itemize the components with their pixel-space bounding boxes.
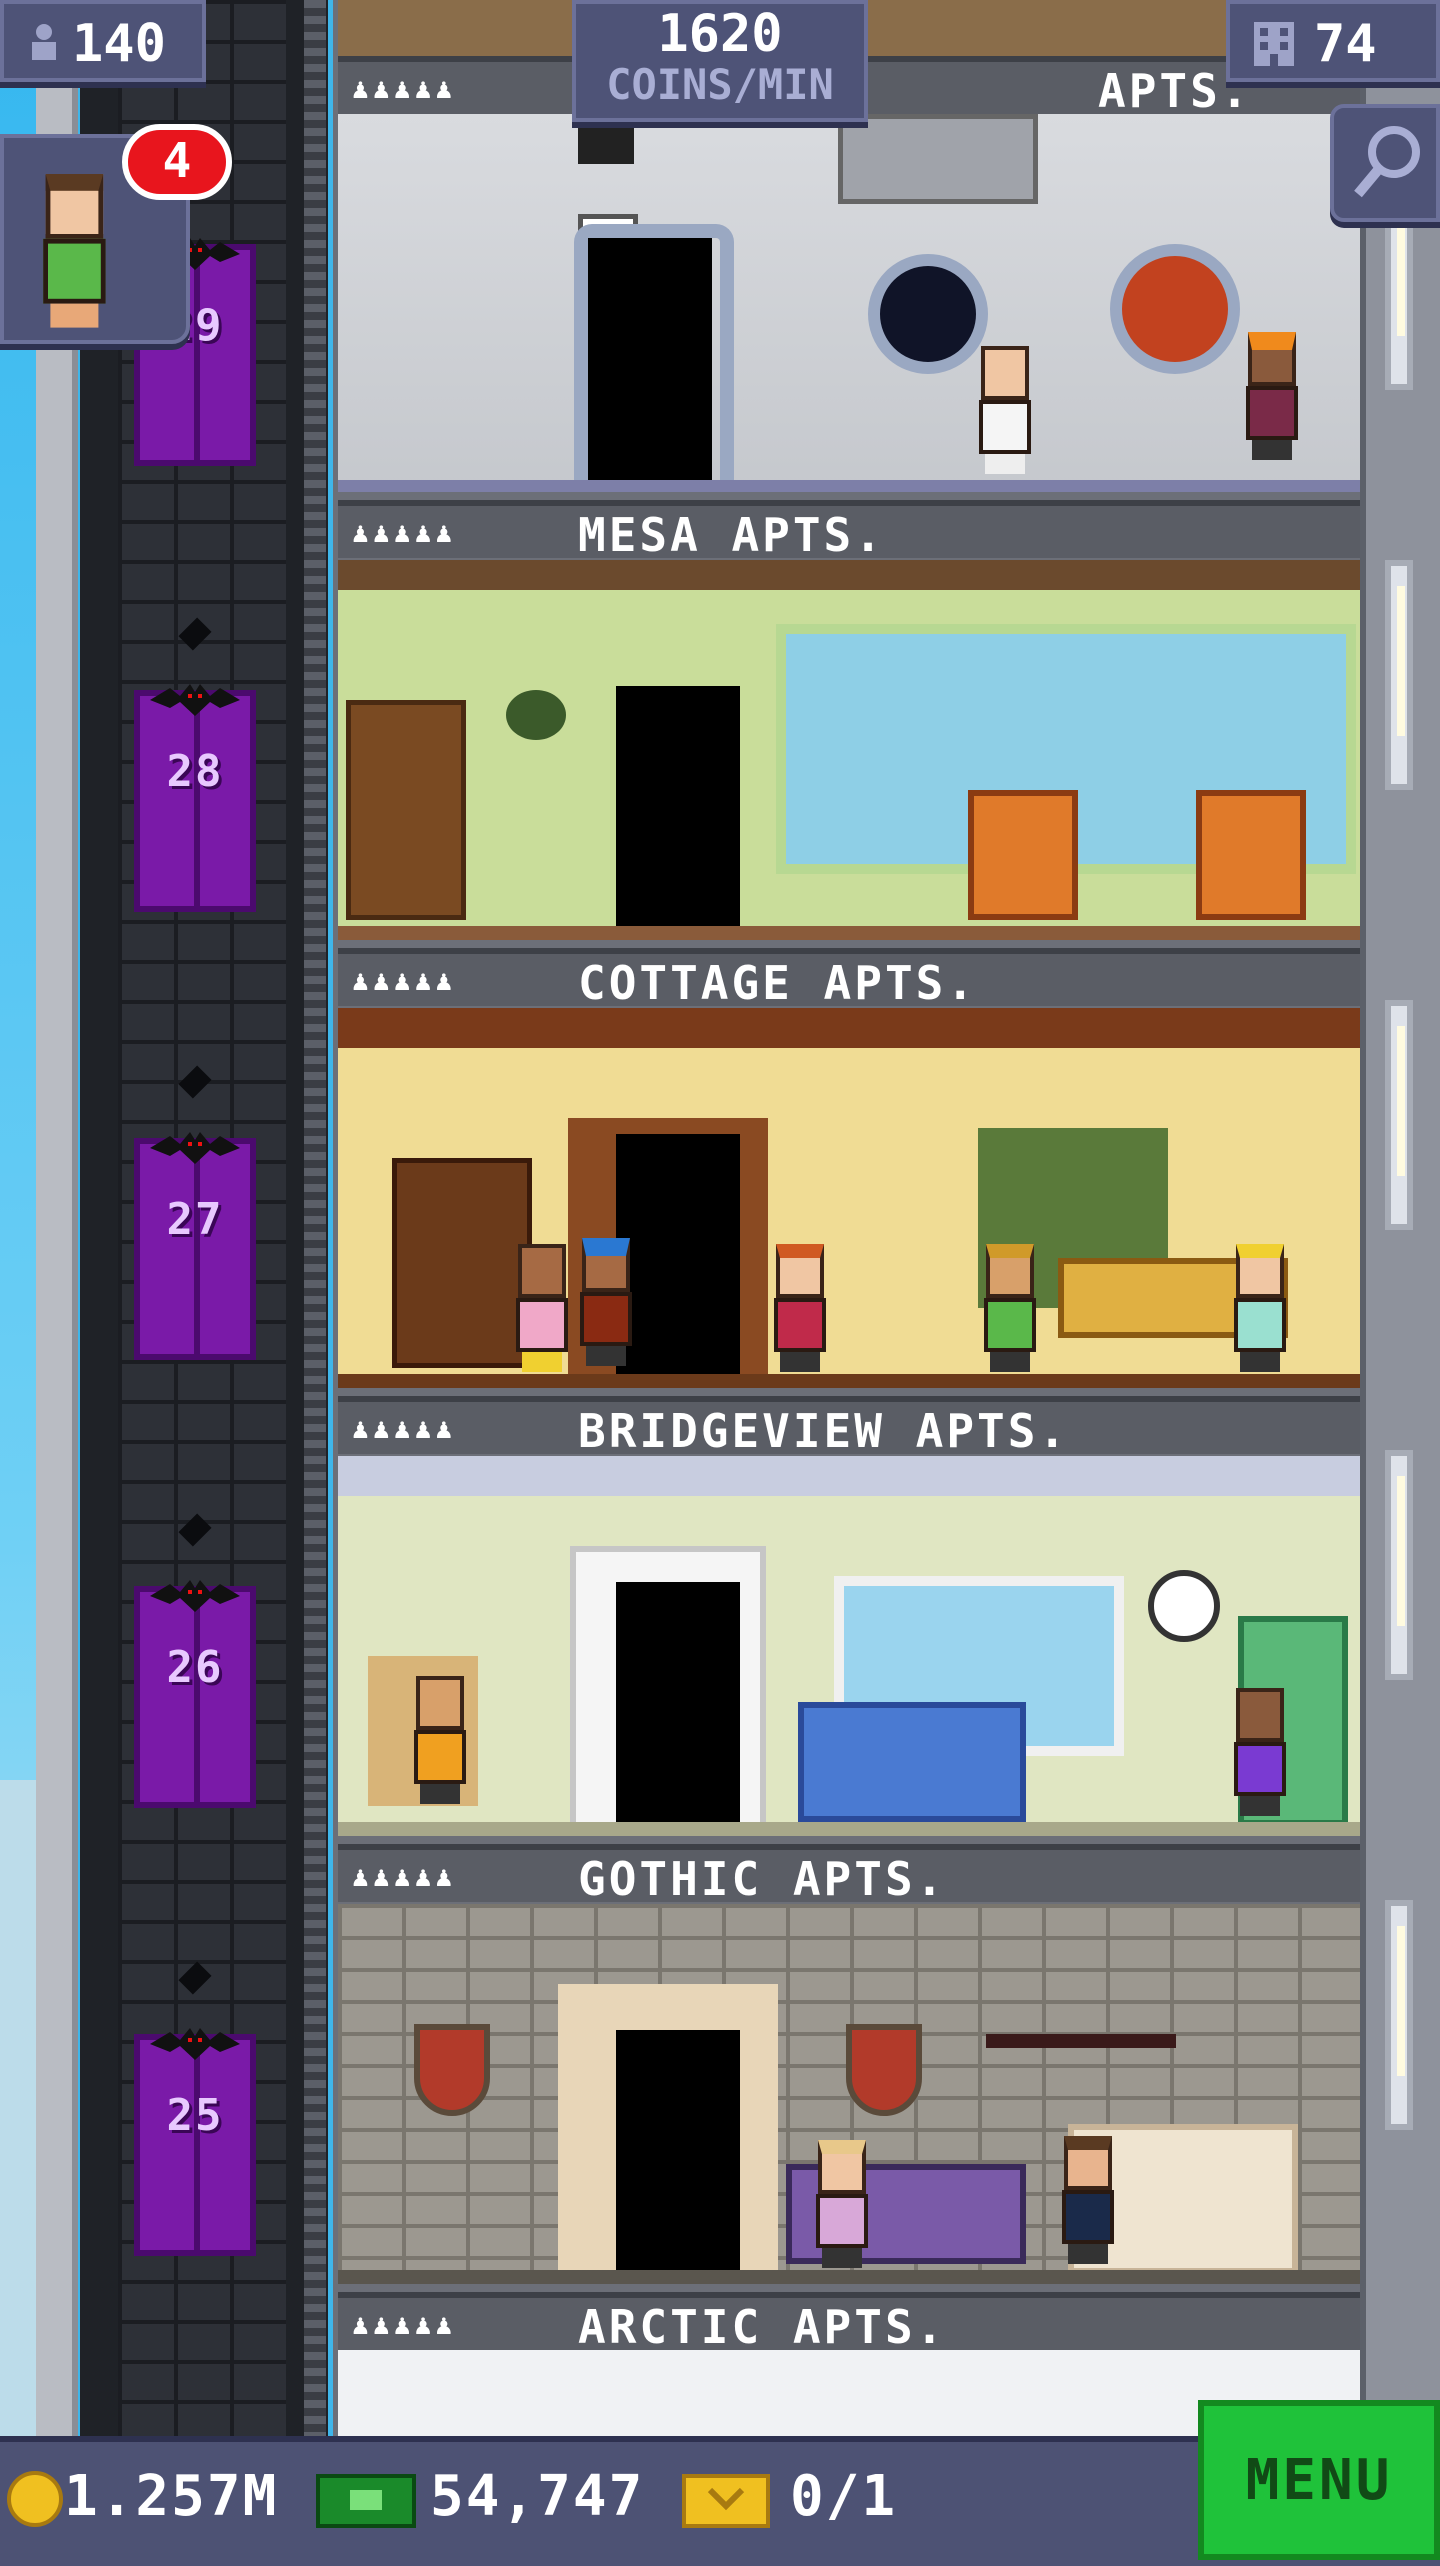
exterior-window <box>1385 1450 1413 1680</box>
floor-strip <box>338 2270 1360 2284</box>
residents-icons: ♟♟♟♟♟ <box>352 1860 457 1893</box>
visitor-avatar <box>36 174 113 328</box>
menu-button[interactable]: MENU <box>1198 2400 1440 2560</box>
room-door[interactable] <box>616 1582 740 1836</box>
residents-icons: ♟♟♟♟♟ <box>352 516 457 549</box>
floor-mesa-room[interactable] <box>338 560 1360 940</box>
hanging-plant <box>506 690 566 740</box>
search-button[interactable] <box>1330 104 1440 222</box>
armchair <box>1196 790 1306 920</box>
residents-icons: ♟♟♟♟♟ <box>352 964 457 997</box>
resident[interactable] <box>1228 1688 1292 1816</box>
floor-bridgeview-room[interactable] <box>338 1456 1360 1836</box>
elevator-stop-27[interactable]: 27 <box>134 1132 256 1360</box>
residents-icons: ♟♟♟♟♟ <box>352 1412 457 1445</box>
magnifier-icon <box>1354 126 1420 198</box>
person-icon <box>32 24 56 60</box>
room-door[interactable] <box>616 686 740 940</box>
armchair <box>968 790 1078 920</box>
vent <box>578 128 634 164</box>
room-door[interactable] <box>616 2030 740 2284</box>
floor-cottage-room[interactable] <box>338 1008 1360 1388</box>
shield-decoration <box>414 2024 490 2116</box>
bat-icon <box>150 1132 240 1164</box>
shield-decoration <box>846 2024 922 2116</box>
bux-value: 54,747 <box>430 2464 645 2529</box>
resident[interactable] <box>810 2140 874 2268</box>
exterior-window <box>1385 1900 1413 2130</box>
cash-icon <box>316 2474 416 2528</box>
floor-label-gothic[interactable]: ♟♟♟♟♟ GOTHIC APTS. <box>338 1844 1360 1906</box>
floor-name: ARCTIC APTS. <box>578 2300 947 2354</box>
notification-badge[interactable]: 4 <box>122 124 232 200</box>
floor-gothic-room[interactable] <box>338 1904 1360 2284</box>
bat-icon <box>150 2028 240 2060</box>
resident[interactable] <box>978 1244 1042 1372</box>
coins-rate-panel: 1620 COINS/MIN <box>572 0 868 122</box>
control-panel <box>838 114 1038 204</box>
ceiling <box>338 1456 1360 1496</box>
room-door[interactable] <box>588 238 712 492</box>
porthole-space <box>868 254 988 374</box>
coins-value: 1.257M <box>64 2464 279 2529</box>
clock-icon <box>1148 1570 1220 1642</box>
building-icon <box>1254 22 1294 66</box>
floor-name: COTTAGE APTS. <box>578 956 978 1010</box>
porthole-mars <box>1110 244 1240 374</box>
elevator-floor-number: 25 <box>166 2090 224 2141</box>
floor-label-cottage[interactable]: ♟♟♟♟♟ COTTAGE APTS. <box>338 948 1360 1010</box>
floor-label-mesa[interactable]: ♟♟♟♟♟ MESA APTS. <box>338 500 1360 562</box>
resident[interactable] <box>510 1244 574 1372</box>
sofa <box>798 1702 1026 1822</box>
resident[interactable] <box>408 1676 472 1804</box>
floor-name: GOTHIC APTS. <box>578 1852 947 1906</box>
bat-icon <box>150 684 240 716</box>
floor-label-arctic[interactable]: ♟♟♟♟♟ ARCTIC APTS. <box>338 2292 1360 2354</box>
population-counter[interactable]: 140 <box>0 0 206 82</box>
elevator-rail <box>304 0 326 2560</box>
bat-icon <box>150 1580 240 1612</box>
resident[interactable] <box>1228 1244 1292 1372</box>
chandelier <box>986 1964 1176 2048</box>
building-left-wall <box>36 0 78 2560</box>
elevator-floor-number: 27 <box>166 1194 224 1245</box>
floor-strip <box>338 926 1360 940</box>
ticket-icon <box>682 2474 770 2528</box>
ceiling-beam <box>338 560 1360 590</box>
ceiling-beam <box>338 1008 1360 1048</box>
floor-strip <box>338 1822 1360 1836</box>
floors-counter[interactable]: 74 <box>1226 0 1440 82</box>
floor-strip <box>338 1374 1360 1388</box>
floor-strip <box>338 480 1360 492</box>
exterior-window <box>1385 560 1413 790</box>
coins-rate-unit: COINS/MIN <box>606 60 834 109</box>
coins-rate-value: 1620 <box>657 4 783 64</box>
floor-name: MESA APTS. <box>578 508 885 562</box>
elevator-floor-number: 26 <box>166 1642 224 1693</box>
resident-karate[interactable] <box>973 346 1037 474</box>
elevator-stop-26[interactable]: 26 <box>134 1580 256 1808</box>
elevator-stop-25[interactable]: 25 <box>134 2028 256 2256</box>
resident[interactable] <box>1056 2136 1120 2264</box>
floor-name: BRIDGEVIEW APTS. <box>578 1404 1070 1458</box>
bookshelf <box>346 700 466 920</box>
population-value: 140 <box>72 14 166 74</box>
residents-icons: ♟♟♟♟♟ <box>352 2308 457 2341</box>
floor-space-room[interactable] <box>338 114 1360 492</box>
resident-construction-worker[interactable] <box>1240 332 1304 460</box>
floors-value: 74 <box>1314 14 1377 74</box>
coin-icon <box>7 2471 63 2527</box>
vip-value: 0/1 <box>790 2464 898 2529</box>
menu-label: MENU <box>1245 2448 1393 2513</box>
resident[interactable] <box>574 1238 638 1366</box>
floor-label-bridgeview[interactable]: ♟♟♟♟♟ BRIDGEVIEW APTS. <box>338 1396 1360 1458</box>
exterior-window <box>1385 1000 1413 1230</box>
elevator-floor-number: 28 <box>166 746 224 797</box>
residents-icons: ♟♟♟♟♟ <box>352 72 457 105</box>
resident[interactable] <box>768 1244 832 1372</box>
elevator-stop-28[interactable]: 28 <box>134 684 256 912</box>
